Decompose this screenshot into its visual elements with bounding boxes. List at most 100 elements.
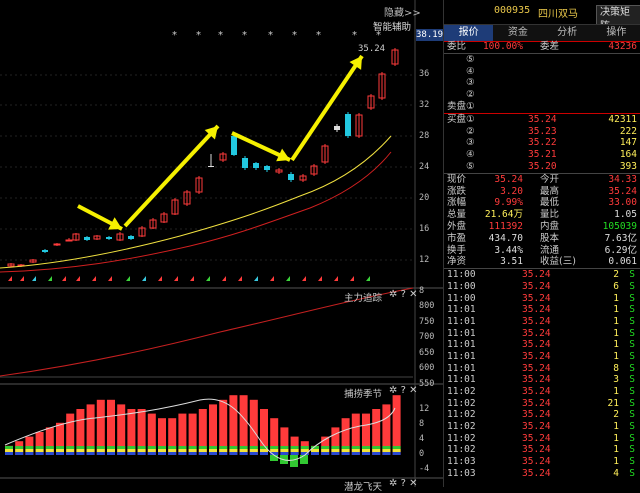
buy-row-2[interactable]: ② 35.23 222 (444, 126, 640, 138)
trade-time: 11:01 (447, 327, 476, 339)
season-bar-blue (15, 452, 24, 455)
season-bar-green (178, 446, 187, 449)
signal-triangle (8, 276, 12, 281)
panel2-icons[interactable]: ✲ ? ✕ (389, 289, 417, 300)
trade-list[interactable]: 11:00 35.24 2 S 11:00 35.24 6 S 11:00 35.24 1 S 11:0… (444, 269, 640, 479)
sell-row-3[interactable]: ③ (444, 77, 640, 89)
sell-row-5[interactable]: ⑤ (444, 54, 640, 66)
season-bar-yellow (137, 449, 146, 452)
buy-price: 35.20 (528, 160, 557, 172)
question-icon[interactable]: ? (401, 289, 406, 300)
sell-row-1[interactable]: 卖盘① (444, 101, 640, 113)
close-icon[interactable]: ✕ (409, 478, 417, 489)
quote-label: 涨跌 (447, 185, 467, 197)
candle-body (264, 166, 270, 170)
tab-funds[interactable]: 资金 (493, 25, 542, 41)
candle-body (42, 250, 48, 252)
trade-volume: 8 (613, 362, 619, 374)
candle-body (345, 114, 351, 136)
quote-label: 今开 (540, 173, 560, 185)
season-bar-green (229, 446, 238, 449)
signal-triangle (302, 276, 306, 281)
panel3-icons[interactable]: ✲ ? ✕ (389, 385, 417, 396)
season-bar-green (198, 446, 207, 449)
candle-body (288, 174, 294, 180)
sell-row-2[interactable]: ② (444, 89, 640, 101)
season-bar-blue (66, 452, 75, 455)
trade-time: 11:02 (447, 397, 476, 409)
signal-triangle (32, 276, 36, 281)
quote-label: 现价 (447, 173, 467, 185)
candle-body (128, 236, 134, 239)
season-bar-yellow (107, 449, 115, 452)
season-bar-negative (290, 455, 298, 467)
quote-value: 0.061 (608, 256, 637, 268)
signal-triangle (334, 276, 338, 281)
weibi-row: 委比 100.00% 委差 43236 (444, 41, 640, 53)
tab-quote[interactable]: 报价 (444, 25, 494, 41)
candle-body (65, 239, 73, 242)
chart-canvas[interactable]: * * * * * * * * * (0, 0, 443, 487)
season-bar-blue (372, 452, 381, 455)
season-bar-yellow (35, 449, 44, 452)
season-bar-green (341, 446, 350, 449)
season-bar-blue (209, 452, 217, 455)
season-bar-yellow (321, 449, 330, 452)
assist-label[interactable]: 智能辅助 (373, 19, 411, 33)
season-bar-green (96, 446, 105, 449)
tab-operation[interactable]: 操作 (592, 25, 640, 41)
trade-price: 35.24 (522, 444, 551, 456)
season-bar-blue (280, 452, 289, 455)
signal-star: * (218, 30, 223, 41)
tab-analysis[interactable]: 分析 (543, 25, 592, 41)
trade-volume: 4 (613, 467, 619, 479)
season-bar-blue (35, 452, 44, 455)
close-icon[interactable]: ✕ (409, 385, 417, 396)
mainforce-panel-title: 主力追踪 (344, 293, 383, 304)
season-bar-blue (188, 452, 197, 455)
trade-time: 11:03 (447, 467, 476, 479)
trade-volume: 2 (613, 409, 619, 421)
quote-panel: 000935 四川双马 决策矩阵 报价 资金 分析 操作 委比 100.00% … (443, 0, 640, 487)
stock-code: 000935 (494, 5, 531, 16)
season-bar-blue (392, 452, 401, 455)
trade-row: 11:02 35.24 1 S (444, 444, 640, 456)
season-bar-blue (260, 452, 268, 455)
gear-icon[interactable]: ✲ (389, 289, 397, 300)
season-bar-blue (290, 452, 299, 455)
trade-row: 11:01 35.24 8 S (444, 363, 640, 375)
buy-level-label: ③ (466, 137, 475, 149)
gear-icon[interactable]: ✲ (389, 385, 397, 396)
signal-star: * (196, 30, 201, 41)
season-bar-yellow (168, 449, 177, 452)
trade-time: 11:01 (447, 374, 476, 386)
signal-triangle (270, 276, 274, 281)
season-bar-yellow (219, 449, 228, 452)
buy-row-1[interactable]: 买盘① 35.24 42311 (444, 114, 640, 126)
close-icon[interactable]: ✕ (409, 289, 417, 300)
panel4-icons[interactable]: ✲ ? ✕ (389, 478, 417, 489)
question-icon[interactable]: ? (401, 385, 406, 396)
sell-row-4[interactable]: ④ (444, 66, 640, 78)
axis-tick-label: 24 (419, 162, 430, 172)
season-panel-title: 捕捞季节 (344, 389, 383, 400)
sell-level-label: ③ (466, 77, 475, 89)
season-bar-blue (56, 452, 64, 455)
kline-chart-area[interactable]: * * * * * * * * * 隐藏>> 智能辅助 38.19 35.24 36 32 28 24… (0, 0, 443, 493)
question-icon[interactable]: ? (401, 478, 406, 489)
quote-value: 434.70 (488, 232, 523, 244)
trade-volume: 6 (613, 280, 619, 292)
trade-volume: 1 (613, 304, 619, 316)
hide-toggle[interactable]: 隐藏>> (384, 4, 421, 19)
axis-tick-label: 32 (419, 100, 430, 110)
signal-star: * (316, 30, 321, 41)
buy-row-4[interactable]: ④ 35.21 164 (444, 149, 640, 161)
season-bar-blue (198, 452, 207, 455)
gear-icon[interactable]: ✲ (389, 478, 397, 489)
trade-volume: 1 (613, 350, 619, 362)
buy-row-3[interactable]: ③ 35.22 147 (444, 137, 640, 149)
trade-time: 11:01 (447, 304, 476, 316)
season-bar-yellow (229, 449, 238, 452)
buy-row-5[interactable]: ⑤ 35.20 393 (444, 161, 640, 173)
quote-label: 净资 (447, 256, 467, 268)
